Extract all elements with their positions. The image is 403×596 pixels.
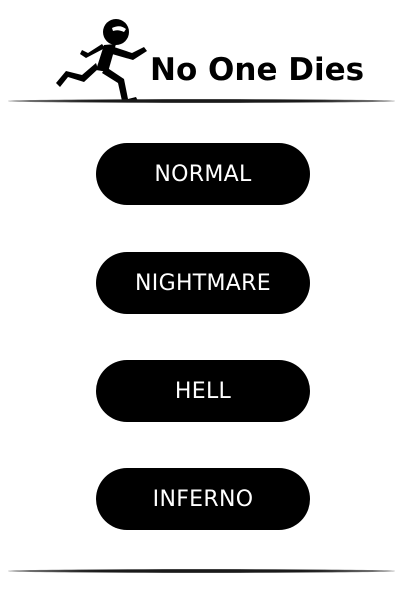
inferno-button-label: INFERNO [152,486,254,512]
inferno-button[interactable]: INFERNO [96,468,310,530]
nightmare-button[interactable]: NIGHTMARE [96,252,310,314]
bottom-divider [8,569,395,573]
nightmare-button-label: NIGHTMARE [135,270,271,296]
hell-button-label: HELL [174,378,232,404]
normal-button-label: NORMAL [154,161,252,187]
difficulty-menu: NORMAL NIGHTMARE HELL INFERNO [0,0,403,596]
normal-button[interactable]: NORMAL [96,143,310,205]
hell-button[interactable]: HELL [96,360,310,422]
